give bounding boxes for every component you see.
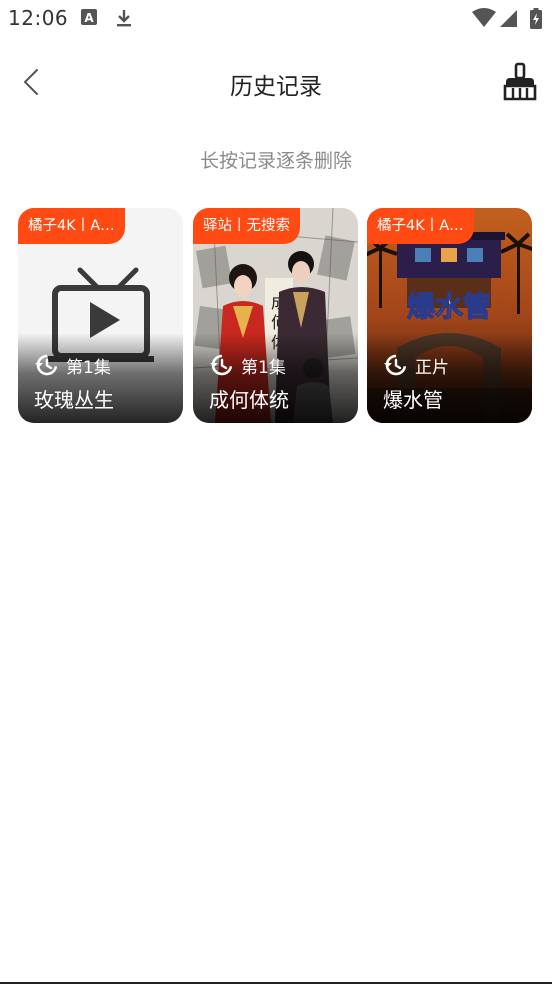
episode-label: 第1集 xyxy=(34,353,111,378)
signal-icon xyxy=(500,10,517,27)
show-title: 爆水管 xyxy=(383,388,443,412)
history-icon xyxy=(210,354,233,376)
episode-text: 第1集 xyxy=(241,357,286,378)
translate-app-icon: A xyxy=(81,9,97,25)
broom-icon xyxy=(503,62,537,101)
show-title: 成何体统 xyxy=(209,388,289,412)
episode-text: 第1集 xyxy=(66,357,111,378)
source-badge: 橘子4K丨A… xyxy=(367,208,474,244)
history-icon xyxy=(384,354,407,376)
episode-label: 第1集 xyxy=(209,353,286,378)
svg-text:A: A xyxy=(84,11,94,25)
clear-history-button[interactable] xyxy=(502,62,538,102)
source-badge: 橘子4K丨A… xyxy=(18,208,125,244)
source-badge: 驿站丨无搜索 xyxy=(193,208,300,244)
svg-text:爆水管: 爆水管 xyxy=(407,290,491,323)
episode-label: 正片 xyxy=(383,353,449,378)
show-title: 玫瑰丛生 xyxy=(34,388,114,412)
wifi-icon xyxy=(472,8,496,27)
history-card[interactable]: 成 何 体 驿站丨无搜索 第1集 成何体统 xyxy=(193,208,358,423)
history-card[interactable]: 爆水管 橘子4K丨A… 正片 爆水管 xyxy=(367,208,532,423)
status-bar: 12:06 A xyxy=(0,0,552,36)
download-icon xyxy=(117,10,131,27)
app-header: 历史记录 xyxy=(0,52,552,112)
history-card[interactable]: 橘子4K丨A… 第1集 玫瑰丛生 xyxy=(18,208,183,423)
status-time: 12:06 xyxy=(8,6,69,30)
episode-text: 正片 xyxy=(415,357,449,378)
battery-charging-icon xyxy=(530,8,542,29)
page-title: 历史记录 xyxy=(230,74,322,100)
long-press-hint: 长按记录逐条删除 xyxy=(199,150,352,172)
history-icon xyxy=(35,354,58,376)
